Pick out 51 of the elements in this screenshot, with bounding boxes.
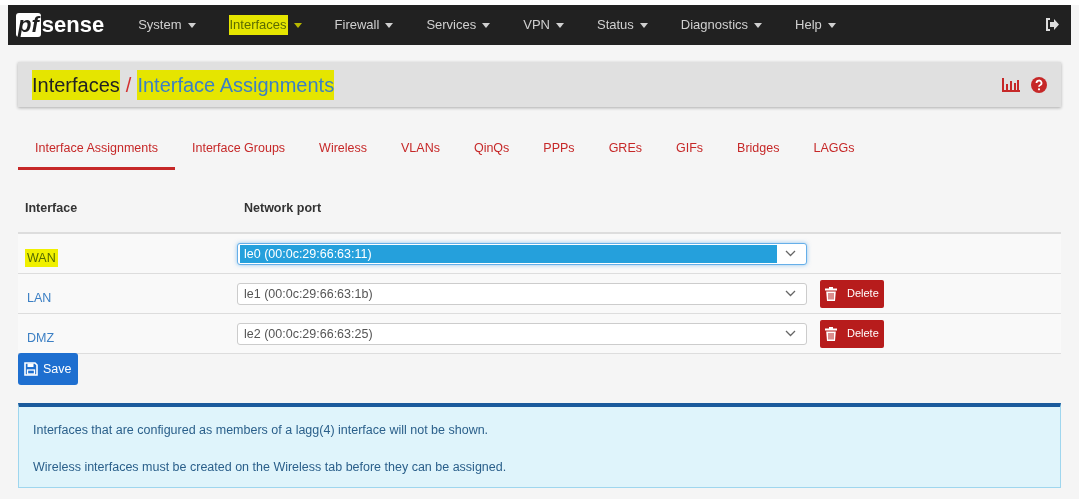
tab[interactable]: PPPs — [526, 130, 592, 170]
nav-menu[interactable]: Firewall — [318, 5, 410, 45]
tab[interactable]: VLANs — [384, 130, 457, 170]
caret-icon — [754, 22, 763, 28]
tab[interactable]: Interface Groups — [175, 130, 303, 170]
port-select[interactable]: le0 (00:0c:29:66:63:11) — [237, 242, 807, 265]
trash-icon — [825, 326, 837, 341]
nav-menu[interactable]: Diagnostics — [664, 5, 779, 45]
logout-icon[interactable] — [1045, 18, 1059, 31]
chart-icon[interactable] — [1001, 76, 1021, 93]
column-header: Interface — [24, 199, 79, 217]
info-text: Interfaces that are configured as members of a lagg(4) interface will not be shown. — [33, 422, 490, 439]
caret-icon — [827, 22, 836, 28]
delete-button[interactable]: Delete — [820, 279, 884, 308]
tab[interactable]: Wireless — [302, 130, 384, 170]
pfsense-logo[interactable]: pfsense — [16, 10, 105, 40]
nav-menu[interactable]: VPN — [507, 5, 580, 45]
tab[interactable]: Bridges — [720, 130, 797, 170]
save-button[interactable]: Save — [18, 353, 78, 385]
caret-icon — [385, 22, 394, 28]
port-select[interactable]: le1 (00:0c:29:66:63:1b) — [237, 282, 807, 305]
chevron-icon — [785, 290, 796, 297]
caret-icon — [556, 22, 564, 28]
tab[interactable]: GIFs — [658, 130, 721, 170]
interface-link[interactable]: DMZ — [25, 328, 57, 348]
port-select[interactable]: le2 (00:0c:29:66:63:25) — [237, 322, 807, 345]
breadcrumb-link[interactable]: Interfaces — [32, 69, 120, 100]
breadcrumb-separator: / — [125, 72, 132, 98]
chevron-icon — [785, 250, 796, 257]
nav-menu[interactable]: Services — [410, 5, 507, 45]
caret-icon — [187, 22, 196, 28]
page-title: Interface Assignments — [137, 69, 335, 100]
nav-menu[interactable]: System — [122, 5, 212, 45]
help-icon[interactable] — [1031, 76, 1047, 93]
caret-icon — [482, 22, 491, 28]
trash-icon — [825, 286, 837, 301]
caret-icon — [639, 22, 648, 28]
chevron-icon — [785, 330, 796, 337]
interface-link[interactable]: LAN — [25, 288, 54, 308]
column-header: Network port — [244, 199, 322, 217]
nav-menu[interactable]: Help — [779, 5, 852, 45]
caret-icon — [293, 22, 302, 28]
nav-menu[interactable]: Interfaces — [212, 5, 318, 45]
nav-menu[interactable]: Status — [581, 5, 664, 45]
info-text: Wireless interfaces must be created on the Wireless tab before they can be assigned. — [33, 458, 508, 476]
delete-button[interactable]: Delete — [820, 319, 884, 348]
tab[interactable]: GREs — [591, 130, 659, 170]
interface-link[interactable]: WAN — [25, 248, 58, 268]
tab[interactable]: Interface Assignments — [18, 130, 175, 170]
tab[interactable]: QinQs — [456, 130, 527, 170]
tab[interactable]: LAGGs — [796, 130, 872, 170]
